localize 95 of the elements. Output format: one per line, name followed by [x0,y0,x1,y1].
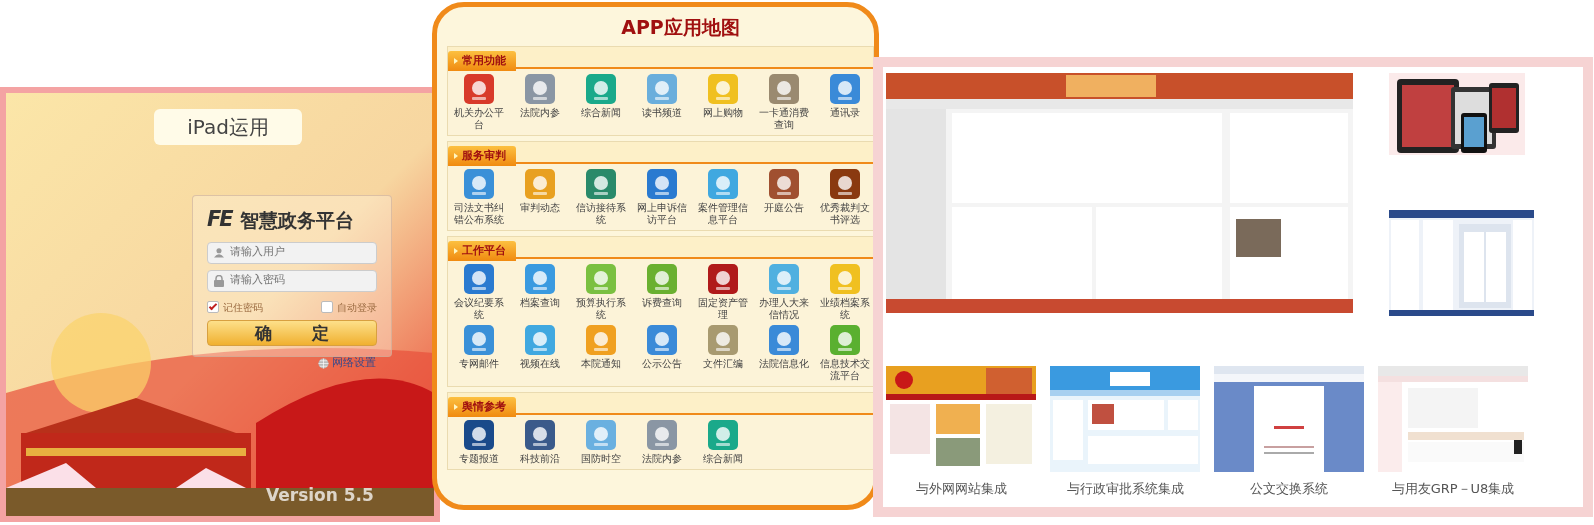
app-tile-icon[interactable] [707,420,738,450]
app-label[interactable]: 通讯录 [815,107,874,119]
app-tile-icon[interactable] [646,264,677,294]
app-label[interactable]: 综合新闻 [693,453,752,465]
app-tile-icon[interactable] [829,325,860,355]
app-tile-icon[interactable] [524,325,555,355]
app-tile-icon[interactable] [524,420,555,450]
app-tile-icon[interactable] [463,74,494,104]
app-label[interactable]: 诉费查询 [632,297,691,309]
app-label[interactable]: 审判动态 [510,202,569,214]
section-tab[interactable]: 舆情参考 [448,397,516,417]
app-label[interactable]: 业绩档案系统 [815,297,874,321]
app-label[interactable]: 优秀裁判文书评选 [815,202,874,226]
app-tile-icon[interactable] [646,169,677,199]
app-tile-icon[interactable] [585,169,616,199]
app-label[interactable]: 公示公告 [632,358,691,370]
checkbox[interactable] [207,301,219,313]
version-label: Version 5.5 [266,484,374,507]
app-tile-icon[interactable] [707,264,738,294]
app-tile-icon[interactable] [463,420,494,450]
app-tile-icon[interactable] [768,264,799,294]
app-label[interactable]: 视频在线 [510,358,569,370]
app-tile-icon[interactable] [829,169,860,199]
app-label[interactable]: 法院内参 [632,453,691,465]
app-tile-icon[interactable] [585,74,616,104]
caption: 公文交换系统 [1250,480,1328,498]
caption: 与外网网站集成 [915,480,1007,498]
app-tile-icon[interactable] [829,264,860,294]
app-label[interactable]: 办理人大来信情况 [754,297,813,321]
app-tile-icon[interactable] [524,169,555,199]
app-tile-icon[interactable] [463,169,494,199]
app-tile-icon[interactable] [463,264,494,294]
username-box[interactable]: 请输入用户 [207,241,377,264]
confirm-button[interactable]: 确定 [207,319,377,346]
app-label[interactable]: 档案查询 [510,297,569,309]
app-tile-icon[interactable] [707,169,738,199]
app-tile-icon[interactable] [768,169,799,199]
app-tile-icon[interactable] [707,74,738,104]
caption: 与行政审批系统集成 [1066,480,1184,498]
checkbox-label: 自动登录 [337,300,377,315]
app-label[interactable]: 综合新闻 [571,107,630,119]
app-label[interactable]: 网上购物 [693,107,752,119]
app-label[interactable]: 信息技术交流平台 [815,358,874,382]
app-label[interactable]: 科技前沿 [510,453,569,465]
app-label[interactable]: 固定资产管理 [693,297,752,321]
section-tab[interactable]: 工作平台 [448,241,516,261]
app-label[interactable]: 会议纪要系统 [449,297,508,321]
app-label[interactable]: 专题报道 [449,453,508,465]
app-label[interactable]: 法院内参 [510,107,569,119]
caption: 与用友GRP－U8集成 [1391,480,1515,498]
section-tab[interactable]: 服务审判 [448,146,516,166]
app-label[interactable]: 司法文书纠错公布系统 [449,202,508,226]
app-label[interactable]: 预算执行系统 [571,297,630,321]
app-label[interactable]: 网上申诉信访平台 [632,202,691,226]
password-box[interactable]: 请输入密码 [207,269,377,292]
app-label[interactable]: 法院信息化 [754,358,813,370]
arrow-icon [454,153,458,159]
app-label[interactable]: 案件管理信息平台 [693,202,752,226]
app-label[interactable]: 文件汇编 [693,358,752,370]
checkbox[interactable] [321,301,333,313]
lock-icon [214,274,224,287]
app-label[interactable]: 一卡通消费查询 [754,107,813,131]
section-tab[interactable]: 常用功能 [448,51,516,71]
app-tile-icon[interactable] [524,264,555,294]
app-tile-icon[interactable] [585,264,616,294]
app-tile-icon[interactable] [646,420,677,450]
app-tile-icon[interactable] [829,74,860,104]
app-label[interactable]: 读书频道 [632,107,691,119]
panel-title: APP应用地图 [620,15,741,40]
app-label[interactable]: 信访接待系统 [571,202,630,226]
app-label[interactable]: 开庭公告 [754,202,813,214]
logo: FE [207,206,232,233]
app-tile-icon[interactable] [585,325,616,355]
app-label[interactable]: 本院通知 [571,358,630,370]
app-label[interactable]: 国防时空 [571,453,630,465]
app-tile-icon[interactable] [463,325,494,355]
app-tile-icon[interactable] [768,325,799,355]
username-field[interactable]: 请输入用户 [230,244,370,261]
app-tile-icon[interactable] [524,74,555,104]
app-tile-icon[interactable] [768,74,799,104]
arrow-icon [454,248,458,254]
app-label[interactable]: 机关办公平台 [449,107,508,131]
app-title: 智慧政务平台 [239,207,354,233]
password-field[interactable]: 请输入密码 [230,272,370,289]
user-icon [214,247,224,258]
app-tile-icon[interactable] [646,325,677,355]
speech-bubble: iPad运用 [154,109,302,145]
arrow-icon [454,404,458,410]
checkbox-label: 记住密码 [223,300,263,315]
globe-icon [318,357,329,369]
app-tile-icon[interactable] [707,325,738,355]
arrow-icon [454,58,458,64]
app-tile-icon[interactable] [585,420,616,450]
app-label[interactable]: 专网邮件 [449,358,508,370]
app-tile-icon[interactable] [646,74,677,104]
